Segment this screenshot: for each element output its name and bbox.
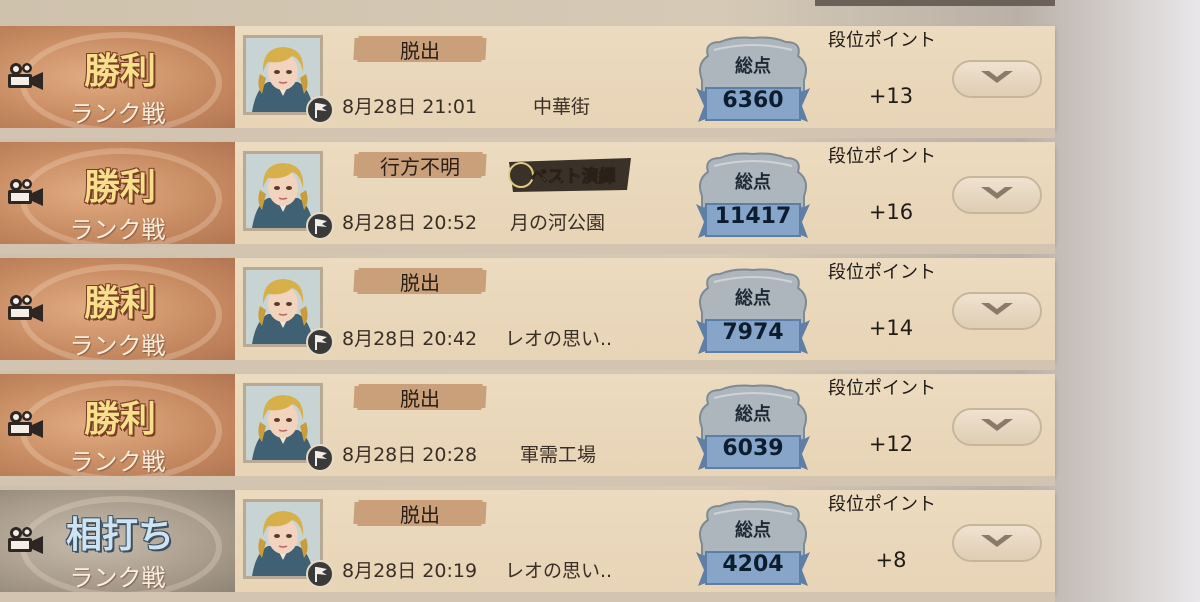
rank-points-delta: +16 [868,200,914,224]
total-score: 7974 [722,320,784,345]
rank-points-delta: +13 [868,84,914,108]
match-datetime: 8月28日 20:19 [342,560,478,582]
chevron-down-icon [977,531,1017,555]
white-flag-icon [306,444,334,472]
chevron-down-icon [977,299,1017,323]
status-tag: 脱出 [350,380,490,414]
expand-button[interactable] [952,292,1042,330]
white-flag-icon [306,560,334,588]
result-badge: 勝利 ランク戦 [0,258,235,360]
match-mode: ランク戦 [69,100,166,128]
match-mode: ランク戦 [69,216,166,244]
status-text: 脱出 [400,386,440,411]
map-name: レオの思い.. [505,328,613,350]
match-datetime: 8月28日 21:01 [342,96,478,118]
map-name: 軍需工場 [520,444,597,466]
white-flag-icon [306,212,334,240]
match-history-list: 勝利 ランク戦 脱出 8月28日 21:01 中華街 総点 6360 段位ポイント +13 勝利ラ… [0,0,1200,602]
total-score: 11417 [714,204,792,229]
result-badge: 勝利 ランク戦 [0,142,235,244]
match-result: 勝利 [83,282,156,324]
match-datetime: 8月28日 20:52 [342,212,478,234]
total-score: 6360 [722,88,784,113]
expand-button[interactable] [952,60,1042,98]
expand-button[interactable] [952,524,1042,562]
row-divider [0,476,1055,486]
row-divider [0,128,1055,138]
row-divider [0,244,1055,254]
match-row[interactable]: 勝利ランク戦 脱出 8月28日 20:28 軍需工場 総点 6039 段位ポイント +12 [0,374,1055,486]
rank-points-label: 段位ポイント [828,146,936,167]
map-name: レオの思い.. [505,560,613,582]
match-result: 勝利 [83,166,156,208]
result-badge: 勝利 ランク戦 [0,26,235,128]
row-divider [0,592,1055,602]
total-score: 4204 [722,552,784,577]
status-text: 脱出 [400,38,440,63]
rank-points-label: 段位ポイント [828,262,936,283]
match-result: 勝利 [83,50,156,92]
score-label: 総点 [735,56,771,77]
match-row[interactable]: 相打ちランク戦 脱出 8月28日 20:19 レオの思い.. 総点 4204 段位ポイント +… [0,490,1055,602]
match-datetime: 8月28日 20:42 [342,328,478,350]
status-tag: 脱出 [350,496,490,530]
match-row[interactable]: 勝利ランク戦 脱出 8月28日 21:01 中華街 総点 6360 段位ポイント +13 [0,26,1055,138]
rank-points-delta: +14 [868,316,914,340]
white-flag-icon [306,328,334,356]
match-mode: ランク戦 [69,448,166,476]
match-row[interactable]: 勝利ランク戦 行方不明 ベスト演繹 8月28日 20:52 月の河公園 総点 11417 段位… [0,142,1055,254]
score-label: 総点 [735,404,771,425]
white-flag-icon [306,96,334,124]
chevron-down-icon [977,183,1017,207]
chevron-down-icon [977,415,1017,439]
match-result: 相打ち [65,514,174,556]
map-name: 月の河公園 [510,212,606,234]
rank-points-label: 段位ポイント [828,494,936,515]
status-text: 行方不明 [380,154,460,179]
rank-points-label: 段位ポイント [828,378,936,399]
match-row[interactable]: 勝利ランク戦 脱出 8月28日 20:42 レオの思い.. 総点 7974 段位ポイント +1… [0,258,1055,370]
map-name: 中華街 [533,96,591,118]
expand-button[interactable] [952,408,1042,446]
match-result: 勝利 [83,398,156,440]
result-badge: 相打ち ランク戦 [0,490,235,592]
match-mode: ランク戦 [69,332,166,360]
chevron-down-icon [977,67,1017,91]
expand-button[interactable] [952,176,1042,214]
total-score: 6039 [722,436,784,461]
status-text: 脱出 [400,502,440,527]
match-datetime: 8月28日 20:28 [342,444,478,466]
score-label: 総点 [735,520,771,541]
status-tag: 行方不明 [350,148,490,182]
score-label: 総点 [735,288,771,309]
status-tag: 脱出 [350,32,490,66]
match-mode: ランク戦 [69,564,166,592]
rank-points-delta: +12 [868,432,914,456]
status-tag: 脱出 [350,264,490,298]
row-divider [0,360,1055,370]
best-deduction-badge: ベスト演繹 [505,154,635,196]
score-label: 総点 [735,172,771,193]
result-badge: 勝利 ランク戦 [0,374,235,476]
best-badge-text: ベスト演繹 [530,166,615,187]
rank-points-delta: +8 [875,548,907,572]
status-text: 脱出 [400,270,440,295]
rank-points-label: 段位ポイント [828,30,936,51]
